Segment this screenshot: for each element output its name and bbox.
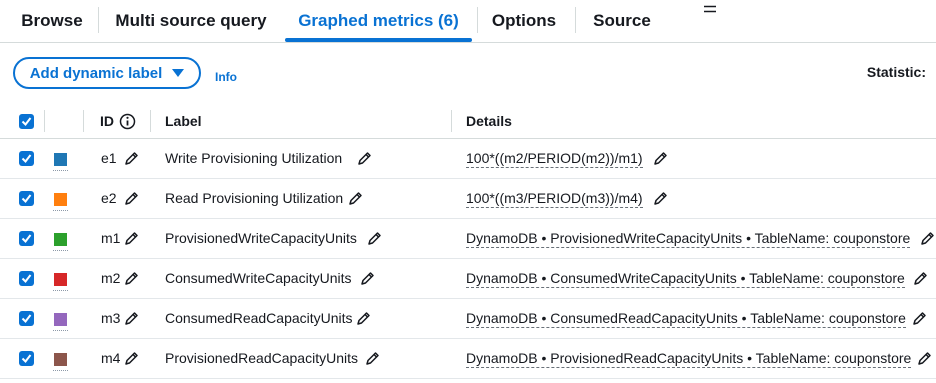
swatch-underline — [53, 250, 68, 251]
color-swatch[interactable] — [54, 153, 67, 166]
info-icon[interactable] — [119, 113, 136, 130]
header-details: Details — [466, 113, 512, 129]
tab-separator — [575, 7, 576, 33]
metric-id: m3 — [101, 310, 121, 326]
edit-id-pencil-icon[interactable] — [124, 351, 139, 366]
edit-details-pencil-icon[interactable] — [920, 231, 935, 246]
check-icon — [21, 354, 32, 364]
tab-browse[interactable]: Browse — [10, 0, 94, 42]
swatch-underline — [53, 210, 68, 211]
swatch-underline — [53, 170, 68, 171]
color-swatch[interactable] — [54, 353, 67, 366]
edit-label-pencil-icon[interactable] — [356, 311, 371, 326]
metric-details[interactable]: DynamoDB • ConsumedWriteCapacityUnits • … — [466, 270, 905, 288]
edit-details-pencil-icon[interactable] — [653, 151, 668, 166]
edit-id-pencil-icon[interactable] — [124, 191, 139, 206]
table-row: e2 Read Provisioning Utilization 100*((m… — [0, 179, 936, 219]
table-row: m1 ProvisionedWriteCapacityUnits DynamoD… — [0, 219, 936, 259]
color-swatch[interactable] — [54, 313, 67, 326]
check-icon — [21, 274, 32, 284]
tab-separator — [98, 7, 99, 33]
metric-id: m2 — [101, 270, 121, 286]
row-checkbox[interactable] — [19, 351, 34, 366]
drag-handle-icon[interactable] — [703, 5, 717, 13]
metric-label: Write Provisioning Utilization — [165, 150, 343, 166]
row-checkbox[interactable] — [19, 271, 34, 286]
tab-graphed-metrics[interactable]: Graphed metrics (6) — [285, 0, 472, 42]
table-row: m2 ConsumedWriteCapacityUnits DynamoDB •… — [0, 259, 936, 299]
metric-details[interactable]: 100*((m2/PERIOD(m2))/m1) — [466, 150, 643, 168]
edit-label-pencil-icon[interactable] — [357, 151, 372, 166]
row-checkbox[interactable] — [19, 231, 34, 246]
row-checkbox[interactable] — [19, 151, 34, 166]
edit-details-pencil-icon[interactable] — [653, 191, 668, 206]
metric-label: ConsumedReadCapacityUnits — [165, 310, 353, 326]
row-checkbox[interactable] — [19, 311, 34, 326]
header-label: Label — [165, 113, 202, 129]
tab-multi-source-query[interactable]: Multi source query — [106, 0, 276, 42]
edit-details-pencil-icon[interactable] — [912, 311, 927, 326]
column-separator — [44, 110, 45, 132]
tab-bar: Browse Multi source query Graphed metric… — [0, 0, 936, 43]
metric-id: m1 — [101, 230, 121, 246]
tab-options[interactable]: Options — [482, 0, 566, 42]
metric-details[interactable]: DynamoDB • ProvisionedReadCapacityUnits … — [466, 350, 912, 368]
metric-id: e1 — [101, 150, 117, 166]
check-icon — [21, 194, 32, 204]
swatch-underline — [53, 290, 68, 291]
graphed-metrics-panel: Browse Multi source query Graphed metric… — [0, 0, 936, 383]
table-row: m4 ProvisionedReadCapacityUnits DynamoDB… — [0, 339, 936, 379]
color-swatch[interactable] — [54, 233, 67, 246]
edit-details-pencil-icon[interactable] — [913, 271, 928, 286]
metric-label: Read Provisioning Utilization — [165, 190, 344, 206]
metric-details[interactable]: 100*((m3/PERIOD(m3))/m4) — [466, 190, 643, 208]
edit-details-pencil-icon[interactable] — [917, 351, 932, 366]
row-checkbox[interactable] — [19, 191, 34, 206]
metric-details[interactable]: DynamoDB • ProvisionedWriteCapacityUnits… — [466, 230, 911, 248]
edit-label-pencil-icon[interactable] — [367, 231, 382, 246]
edit-id-pencil-icon[interactable] — [124, 151, 139, 166]
check-icon — [21, 117, 32, 127]
edit-label-pencil-icon[interactable] — [365, 351, 380, 366]
info-link[interactable]: Info — [215, 70, 237, 84]
table-row: e1 Write Provisioning Utilization 100*((… — [0, 139, 936, 179]
column-separator — [451, 110, 452, 132]
check-icon — [21, 154, 32, 164]
check-icon — [21, 234, 32, 244]
color-swatch[interactable] — [54, 273, 67, 286]
swatch-underline — [53, 370, 68, 371]
edit-id-pencil-icon[interactable] — [124, 311, 139, 326]
table-row: m3 ConsumedReadCapacityUnits DynamoDB • … — [0, 299, 936, 339]
statistic-label: Statistic: — [866, 64, 926, 80]
caret-down-icon — [172, 69, 185, 77]
metric-id: e2 — [101, 190, 117, 206]
table-header: ID Label Details — [0, 102, 936, 139]
column-separator — [150, 110, 151, 132]
tab-source[interactable]: Source — [583, 0, 661, 42]
metric-label: ProvisionedWriteCapacityUnits — [165, 230, 357, 246]
select-all-checkbox[interactable] — [19, 114, 34, 129]
swatch-underline — [53, 330, 68, 331]
metric-id: m4 — [101, 350, 121, 366]
edit-id-pencil-icon[interactable] — [124, 271, 139, 286]
metric-label: ConsumedWriteCapacityUnits — [165, 270, 352, 286]
edit-label-pencil-icon[interactable] — [348, 191, 363, 206]
column-separator — [83, 110, 84, 132]
metric-details[interactable]: DynamoDB • ConsumedReadCapacityUnits • T… — [466, 310, 906, 328]
check-icon — [21, 314, 32, 324]
metric-label: ProvisionedReadCapacityUnits — [165, 350, 358, 366]
add-dynamic-label-text: Add dynamic label — [29, 64, 163, 82]
tab-separator — [477, 7, 478, 33]
edit-label-pencil-icon[interactable] — [360, 271, 375, 286]
edit-id-pencil-icon[interactable] — [124, 231, 139, 246]
color-swatch[interactable] — [54, 193, 67, 206]
add-dynamic-label-button[interactable]: Add dynamic label — [13, 57, 201, 89]
header-id: ID — [100, 113, 114, 129]
